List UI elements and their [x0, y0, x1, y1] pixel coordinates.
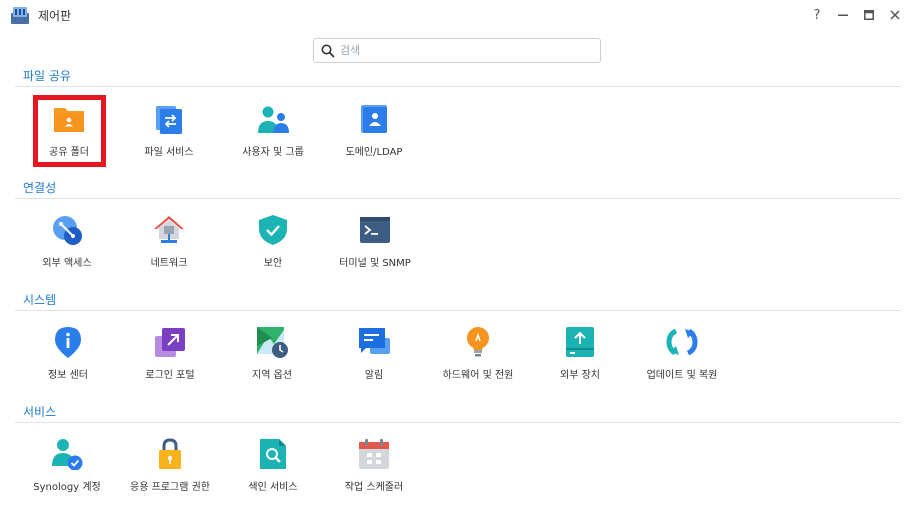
item-label: 지역 옵션 — [252, 370, 292, 381]
item-label: 색인 서비스 — [248, 482, 298, 493]
search-box[interactable] — [313, 38, 601, 63]
item-label: Synology 계정 — [33, 482, 101, 493]
item-application-privileges[interactable]: 응용 프로그램 권한 — [116, 438, 224, 502]
section-divider — [15, 86, 901, 87]
external-access-icon — [51, 214, 83, 246]
window-title: 제어판 — [38, 9, 72, 23]
maximize-button[interactable] — [859, 5, 879, 25]
external-devices-icon — [564, 326, 596, 358]
item-label: 네트워크 — [150, 258, 188, 269]
section-divider — [15, 422, 901, 423]
security-shield-icon — [257, 214, 289, 246]
item-label: 외부 액세스 — [42, 258, 92, 269]
file-services-icon — [153, 103, 185, 135]
login-portal-icon — [154, 326, 186, 358]
item-terminal-snmp[interactable]: 터미널 및 SNMP — [321, 214, 429, 278]
maximize-icon — [864, 10, 874, 20]
item-indexing-service[interactable]: 색인 서비스 — [219, 438, 327, 502]
control-panel-logo-icon — [11, 6, 29, 24]
item-label: 하드웨어 및 전원 — [442, 370, 514, 381]
item-label: 보안 — [263, 258, 283, 269]
item-label: 응용 프로그램 권한 — [130, 482, 210, 493]
help-button[interactable]: ? — [807, 5, 827, 25]
section-divider — [15, 198, 901, 199]
synology-account-icon — [51, 438, 83, 470]
item-label: 정보 센터 — [48, 370, 88, 381]
item-login-portal[interactable]: 로그인 포털 — [116, 326, 224, 390]
application-privileges-icon — [154, 438, 186, 470]
item-security[interactable]: 보안 — [219, 214, 327, 278]
terminal-icon — [359, 214, 391, 246]
update-restore-icon — [666, 326, 698, 358]
item-label: 외부 장치 — [560, 370, 600, 381]
item-label: 업데이트 및 복원 — [646, 370, 718, 381]
section-divider — [15, 310, 901, 311]
selection-highlight — [33, 95, 106, 167]
hardware-power-icon — [462, 326, 494, 358]
search-input[interactable] — [340, 41, 595, 60]
item-info-center[interactable]: 정보 센터 — [14, 326, 122, 390]
section-title-file-sharing: 파일 공유 — [23, 69, 71, 83]
item-regional-options[interactable]: 지역 옵션 — [218, 326, 326, 390]
notification-icon — [358, 326, 390, 358]
domain-ldap-icon — [358, 103, 390, 135]
item-notification[interactable]: 알림 — [320, 326, 428, 390]
users-groups-icon — [257, 103, 289, 135]
item-update-restore[interactable]: 업데이트 및 복원 — [628, 326, 736, 390]
title-bar: 제어판 ? — [0, 0, 916, 30]
item-label: 파일 서비스 — [144, 147, 194, 158]
item-label: 작업 스케줄러 — [344, 482, 404, 493]
section-title-system: 시스템 — [23, 293, 57, 307]
item-hardware-power[interactable]: 하드웨어 및 전원 — [424, 326, 532, 390]
item-external-devices[interactable]: 외부 장치 — [526, 326, 634, 390]
item-label: 터미널 및 SNMP — [339, 258, 411, 269]
item-label: 알림 — [364, 370, 384, 381]
item-users-groups[interactable]: 사용자 및 그룹 — [219, 103, 327, 167]
minimize-icon — [838, 14, 848, 16]
minimize-button[interactable] — [833, 5, 853, 25]
network-icon — [153, 214, 185, 246]
info-center-icon — [52, 326, 84, 358]
item-label: 사용자 및 그룹 — [242, 147, 304, 158]
section-title-services: 서비스 — [23, 405, 57, 419]
item-task-scheduler[interactable]: 작업 스케줄러 — [320, 438, 428, 502]
item-label: 로그인 포털 — [145, 370, 195, 381]
item-external-access[interactable]: 외부 액세스 — [13, 214, 121, 278]
regional-options-icon — [256, 326, 288, 358]
task-scheduler-icon — [358, 438, 390, 470]
search-icon — [321, 44, 335, 58]
item-file-services[interactable]: 파일 서비스 — [115, 103, 223, 167]
section-title-connectivity: 연결성 — [23, 181, 57, 195]
item-network[interactable]: 네트워크 — [115, 214, 223, 278]
item-label: 도메인/LDAP — [345, 147, 403, 158]
close-button[interactable] — [885, 5, 905, 25]
item-domain-ldap[interactable]: 도메인/LDAP — [320, 103, 428, 167]
indexing-service-icon — [257, 438, 289, 470]
close-icon — [890, 10, 900, 20]
item-synology-account[interactable]: Synology 계정 — [13, 438, 121, 502]
